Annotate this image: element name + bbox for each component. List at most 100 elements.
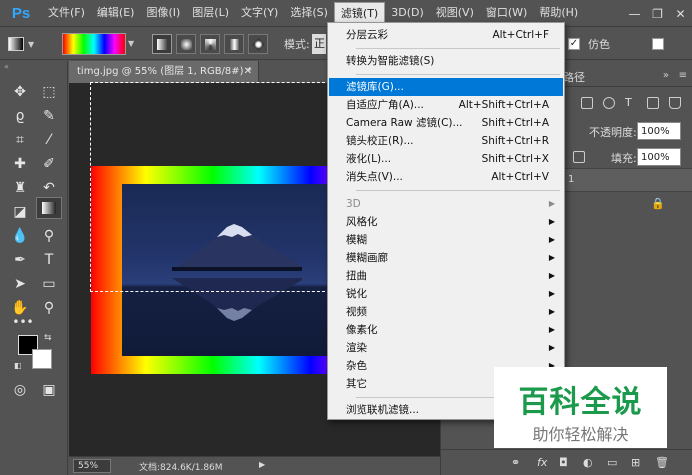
pixel-filter-icon[interactable] xyxy=(581,97,593,109)
menu-item-lens-correction[interactable]: 镜头校正(R)... Shift+Ctrl+R xyxy=(329,132,563,150)
eraser-tool-icon[interactable]: ◪ xyxy=(7,201,33,223)
menu-item-filter-gallery[interactable]: 滤镜库(G)... xyxy=(329,78,563,96)
rectangle-tool-icon[interactable]: ▭ xyxy=(36,273,62,295)
menu-item-pixelate[interactable]: 像素化 ▶ xyxy=(329,321,563,339)
menu-item-liquify[interactable]: 液化(L)... Shift+Ctrl+X xyxy=(329,150,563,168)
chevron-right-icon[interactable]: ▶ xyxy=(259,460,265,469)
crop-tool-icon[interactable]: ⌗ xyxy=(7,129,33,151)
menu-select[interactable]: 选择(S) xyxy=(284,2,334,24)
adjustment-filter-icon[interactable] xyxy=(603,97,615,109)
angle-gradient-button[interactable] xyxy=(200,34,220,54)
lock-pixels-icon[interactable] xyxy=(573,151,585,163)
swap-colors-icon[interactable]: ⇆ xyxy=(44,333,52,343)
dodge-tool-icon[interactable]: ⚲ xyxy=(36,225,62,247)
menu-item-adaptive-wide-angle[interactable]: 自适应广角(A)... Alt+Shift+Ctrl+A xyxy=(329,96,563,114)
linear-gradient-button[interactable] xyxy=(152,34,172,54)
tab-paths[interactable]: 路径 xyxy=(563,69,585,85)
reflected-gradient-button[interactable] xyxy=(224,34,244,54)
screen-mode-icon[interactable]: ▣ xyxy=(36,379,62,401)
trash-icon[interactable]: 🗑 xyxy=(655,456,669,469)
new-layer-icon[interactable]: ⊞ xyxy=(631,456,640,469)
photoshop-logo: Ps xyxy=(11,4,31,22)
marquee-tool-icon[interactable]: ⬚ xyxy=(36,81,62,103)
submenu-arrow-icon: ▶ xyxy=(548,271,555,280)
panel-collapse-icon[interactable]: « xyxy=(4,63,64,71)
fx-icon[interactable]: fx xyxy=(537,456,547,469)
layers-panel-footer: ⚭ fx ◘ ◐ ▭ ⊞ 🗑 xyxy=(441,449,692,475)
menu-item-vanishing-point[interactable]: 消失点(V)... Alt+Ctrl+V xyxy=(329,168,563,186)
mask-icon[interactable]: ◘ xyxy=(559,456,568,469)
background-color-swatch[interactable] xyxy=(32,349,52,369)
mountain-image xyxy=(172,224,302,271)
eyedropper-tool-icon[interactable]: ⁄ xyxy=(36,129,62,151)
type-tool-icon[interactable]: T xyxy=(36,249,62,271)
opacity-label: 不透明度: xyxy=(589,126,637,139)
quick-selection-tool-icon[interactable]: ✎ xyxy=(36,105,62,127)
menu-item-distort[interactable]: 扭曲 ▶ xyxy=(329,267,563,285)
menu-item-convert-smart-filters[interactable]: 转换为智能滤镜(S) xyxy=(329,52,563,70)
menu-item-label: 锐化 xyxy=(346,288,367,300)
menu-item-blur[interactable]: 模糊 ▶ xyxy=(329,231,563,249)
menu-help[interactable]: 帮助(H) xyxy=(533,2,584,24)
dither-checkbox[interactable]: ✓ xyxy=(568,38,580,50)
diamond-gradient-button[interactable] xyxy=(248,34,268,54)
panel-collapse-icon[interactable]: » xyxy=(663,70,669,81)
link-layers-icon[interactable]: ⚭ xyxy=(511,456,520,469)
history-brush-tool-icon[interactable]: ↶ xyxy=(36,177,62,199)
menu-image[interactable]: 图像(I) xyxy=(140,2,186,24)
menu-item-sharpen[interactable]: 锐化 ▶ xyxy=(329,285,563,303)
menu-layer[interactable]: 图层(L) xyxy=(186,2,235,24)
zoom-tool-icon[interactable]: ⚲ xyxy=(36,297,62,319)
menu-file[interactable]: 文件(F) xyxy=(42,2,91,24)
menu-3d[interactable]: 3D(D) xyxy=(385,2,430,24)
pen-tool-icon[interactable]: ✒ xyxy=(7,249,33,271)
lasso-tool-icon[interactable]: ϱ xyxy=(7,105,33,127)
type-filter-icon[interactable]: T xyxy=(625,97,637,109)
menu-filter[interactable]: 滤镜(T) xyxy=(333,2,386,24)
menu-type[interactable]: 文字(Y) xyxy=(235,2,284,24)
mode-select[interactable]: 正 xyxy=(312,34,326,54)
menu-item-clouds-difference[interactable]: 分层云彩 Alt+Ctrl+F xyxy=(329,26,563,44)
panel-menu-icon[interactable]: ≡ xyxy=(679,70,687,81)
menu-item-label: 转换为智能滤镜(S) xyxy=(346,55,435,67)
shortcut-label: Alt+Ctrl+V xyxy=(491,171,549,183)
path-selection-tool-icon[interactable]: ➤ xyxy=(7,273,33,295)
menu-edit[interactable]: 编辑(E) xyxy=(91,2,141,24)
submenu-arrow-icon: ▶ xyxy=(548,217,555,226)
close-icon[interactable]: ✕ xyxy=(244,61,252,83)
menu-item-blur-gallery[interactable]: 模糊画廊 ▶ xyxy=(329,249,563,267)
brush-tool-icon[interactable]: ✐ xyxy=(36,153,62,175)
close-button[interactable]: ✕ xyxy=(669,0,692,27)
shape-filter-icon[interactable] xyxy=(647,97,659,109)
smart-object-filter-icon[interactable] xyxy=(669,97,681,109)
quick-mask-icon[interactable]: ◎ xyxy=(7,379,33,401)
document-tab[interactable]: timg.jpg @ 55% (图层 1, RGB/8#) * ✕ xyxy=(69,61,259,83)
maximize-button[interactable]: ❐ xyxy=(646,0,669,27)
move-tool-icon[interactable]: ✥ xyxy=(7,81,33,103)
more-tools-icon[interactable]: ••• xyxy=(10,311,36,333)
zoom-field[interactable]: 55% xyxy=(73,459,111,473)
group-icon[interactable]: ▭ xyxy=(607,456,617,469)
radial-gradient-button[interactable] xyxy=(176,34,196,54)
healing-brush-tool-icon[interactable]: ✚ xyxy=(7,153,33,175)
menu-item-label: 视频 xyxy=(346,306,367,318)
menu-item-render[interactable]: 渲染 ▶ xyxy=(329,339,563,357)
menu-item-stylize[interactable]: 风格化 ▶ xyxy=(329,213,563,231)
adjustment-layer-icon[interactable]: ◐ xyxy=(583,456,593,469)
gradient-picker-chevron-icon[interactable]: ▼ xyxy=(128,33,140,55)
menu-window[interactable]: 窗口(W) xyxy=(480,2,533,24)
minimize-button[interactable]: — xyxy=(623,0,646,27)
clone-stamp-tool-icon[interactable]: ♜ xyxy=(7,177,33,199)
menu-item-camera-raw[interactable]: Camera Raw 滤镜(C)... Shift+Ctrl+A xyxy=(329,114,563,132)
transparency-checkbox[interactable] xyxy=(652,38,664,50)
gradient-tool-icon[interactable] xyxy=(36,197,62,219)
fill-field[interactable]: 100% xyxy=(637,148,681,166)
menu-view[interactable]: 视图(V) xyxy=(430,2,480,24)
menu-item-video[interactable]: 视频 ▶ xyxy=(329,303,563,321)
blur-tool-icon[interactable]: 💧 xyxy=(7,225,33,247)
default-colors-icon[interactable]: ◧ xyxy=(14,361,22,370)
gradient-preview[interactable] xyxy=(62,33,126,55)
opacity-field[interactable]: 100% xyxy=(637,122,681,140)
tool-preset-picker[interactable]: ▼ xyxy=(8,33,44,55)
fill-label: 填充: xyxy=(611,152,637,165)
